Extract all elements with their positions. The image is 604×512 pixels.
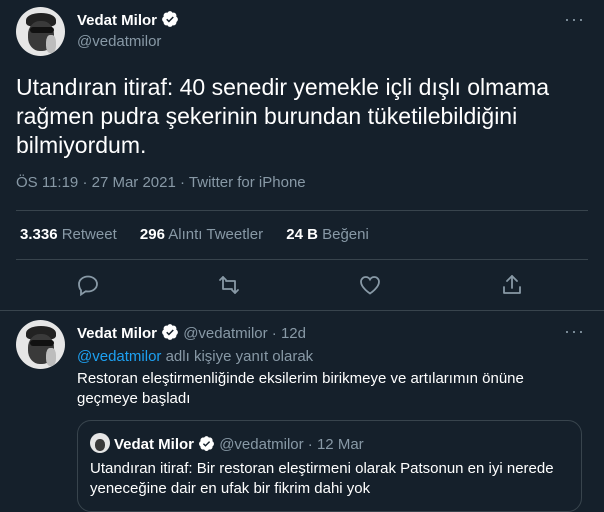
- reply-author-name[interactable]: Vedat Milor: [77, 325, 157, 342]
- quoted-author-avatar: [90, 433, 110, 453]
- tweet-time[interactable]: ÖS 11:19: [16, 174, 78, 191]
- verified-icon: [199, 436, 214, 451]
- tweet-stats: 3.336 Retweet 296 Alıntı Tweetler 24 B B…: [20, 226, 388, 243]
- verified-icon: [162, 324, 178, 340]
- divider: [0, 310, 604, 311]
- reply-author-handle[interactable]: @vedatmilor: [183, 325, 267, 342]
- meta-separator: ·: [82, 174, 88, 191]
- author-name-row[interactable]: Vedat Milor: [77, 10, 179, 29]
- likes-stat[interactable]: 24 B Beğeni: [286, 226, 369, 243]
- divider: [16, 210, 588, 211]
- retweets-stat[interactable]: 3.336 Retweet: [20, 226, 117, 243]
- reply-icon[interactable]: [76, 273, 100, 297]
- author-handle[interactable]: @vedatmilor: [77, 33, 161, 50]
- tweet-source[interactable]: Twitter for iPhone: [189, 174, 306, 191]
- meta-separator: ·: [180, 174, 186, 191]
- share-icon[interactable]: [500, 273, 524, 297]
- quotes-label: Alıntı Tweetler: [168, 226, 264, 243]
- divider: [16, 259, 588, 260]
- tweet-text: Utandıran itiraf: 40 senedir yemekle içl…: [16, 74, 550, 158]
- reply-header: Vedat Milor @vedatmilor · 12d: [77, 323, 306, 342]
- author-name[interactable]: Vedat Milor: [77, 12, 157, 29]
- reply-to-suffix: adlı kişiye yanıt olarak: [165, 348, 314, 365]
- header-separator: ·: [271, 325, 277, 342]
- verified-icon: [162, 11, 178, 27]
- retweets-count: 3.336: [20, 226, 58, 243]
- retweet-icon[interactable]: [217, 273, 241, 297]
- retweets-label: Retweet: [61, 226, 117, 243]
- author-avatar[interactable]: [16, 7, 65, 56]
- quoted-text: Utandıran itiraf: Bir restoran eleştirme…: [90, 460, 554, 497]
- likes-label: Beğeni: [322, 226, 369, 243]
- quoted-tweet-card[interactable]: Vedat Milor @vedatmilor · 12 Mar Utandır…: [77, 420, 582, 512]
- quoted-author-name: Vedat Milor: [114, 436, 195, 453]
- tweet-date[interactable]: 27 Mar 2021: [92, 174, 176, 191]
- reply-author-avatar[interactable]: [16, 320, 65, 369]
- quoted-tweet-header: Vedat Milor @vedatmilor · 12 Mar: [90, 433, 364, 453]
- reply-age[interactable]: 12d: [281, 325, 306, 342]
- replying-to: @vedatmilor adlı kişiye yanıt olarak: [77, 348, 313, 365]
- quotes-count: 296: [139, 226, 165, 243]
- reply-text: Restoran eleştirmenliğinde eksilerim bir…: [77, 370, 524, 407]
- likes-count: 24 B: [286, 226, 318, 243]
- tweet-meta: ÖS 11:19 · 27 Mar 2021 · Twitter for iPh…: [16, 174, 306, 191]
- quotes-stat[interactable]: 296 Alıntı Tweetler: [140, 226, 263, 243]
- more-icon[interactable]: ···: [564, 10, 585, 28]
- like-icon[interactable]: [358, 273, 382, 297]
- more-icon[interactable]: ···: [564, 322, 585, 340]
- reply-to-link[interactable]: @vedatmilor: [77, 348, 161, 365]
- quoted-date: 12 Mar: [316, 436, 364, 453]
- header-separator: ·: [307, 436, 313, 453]
- quoted-author-handle: @vedatmilor: [219, 436, 304, 453]
